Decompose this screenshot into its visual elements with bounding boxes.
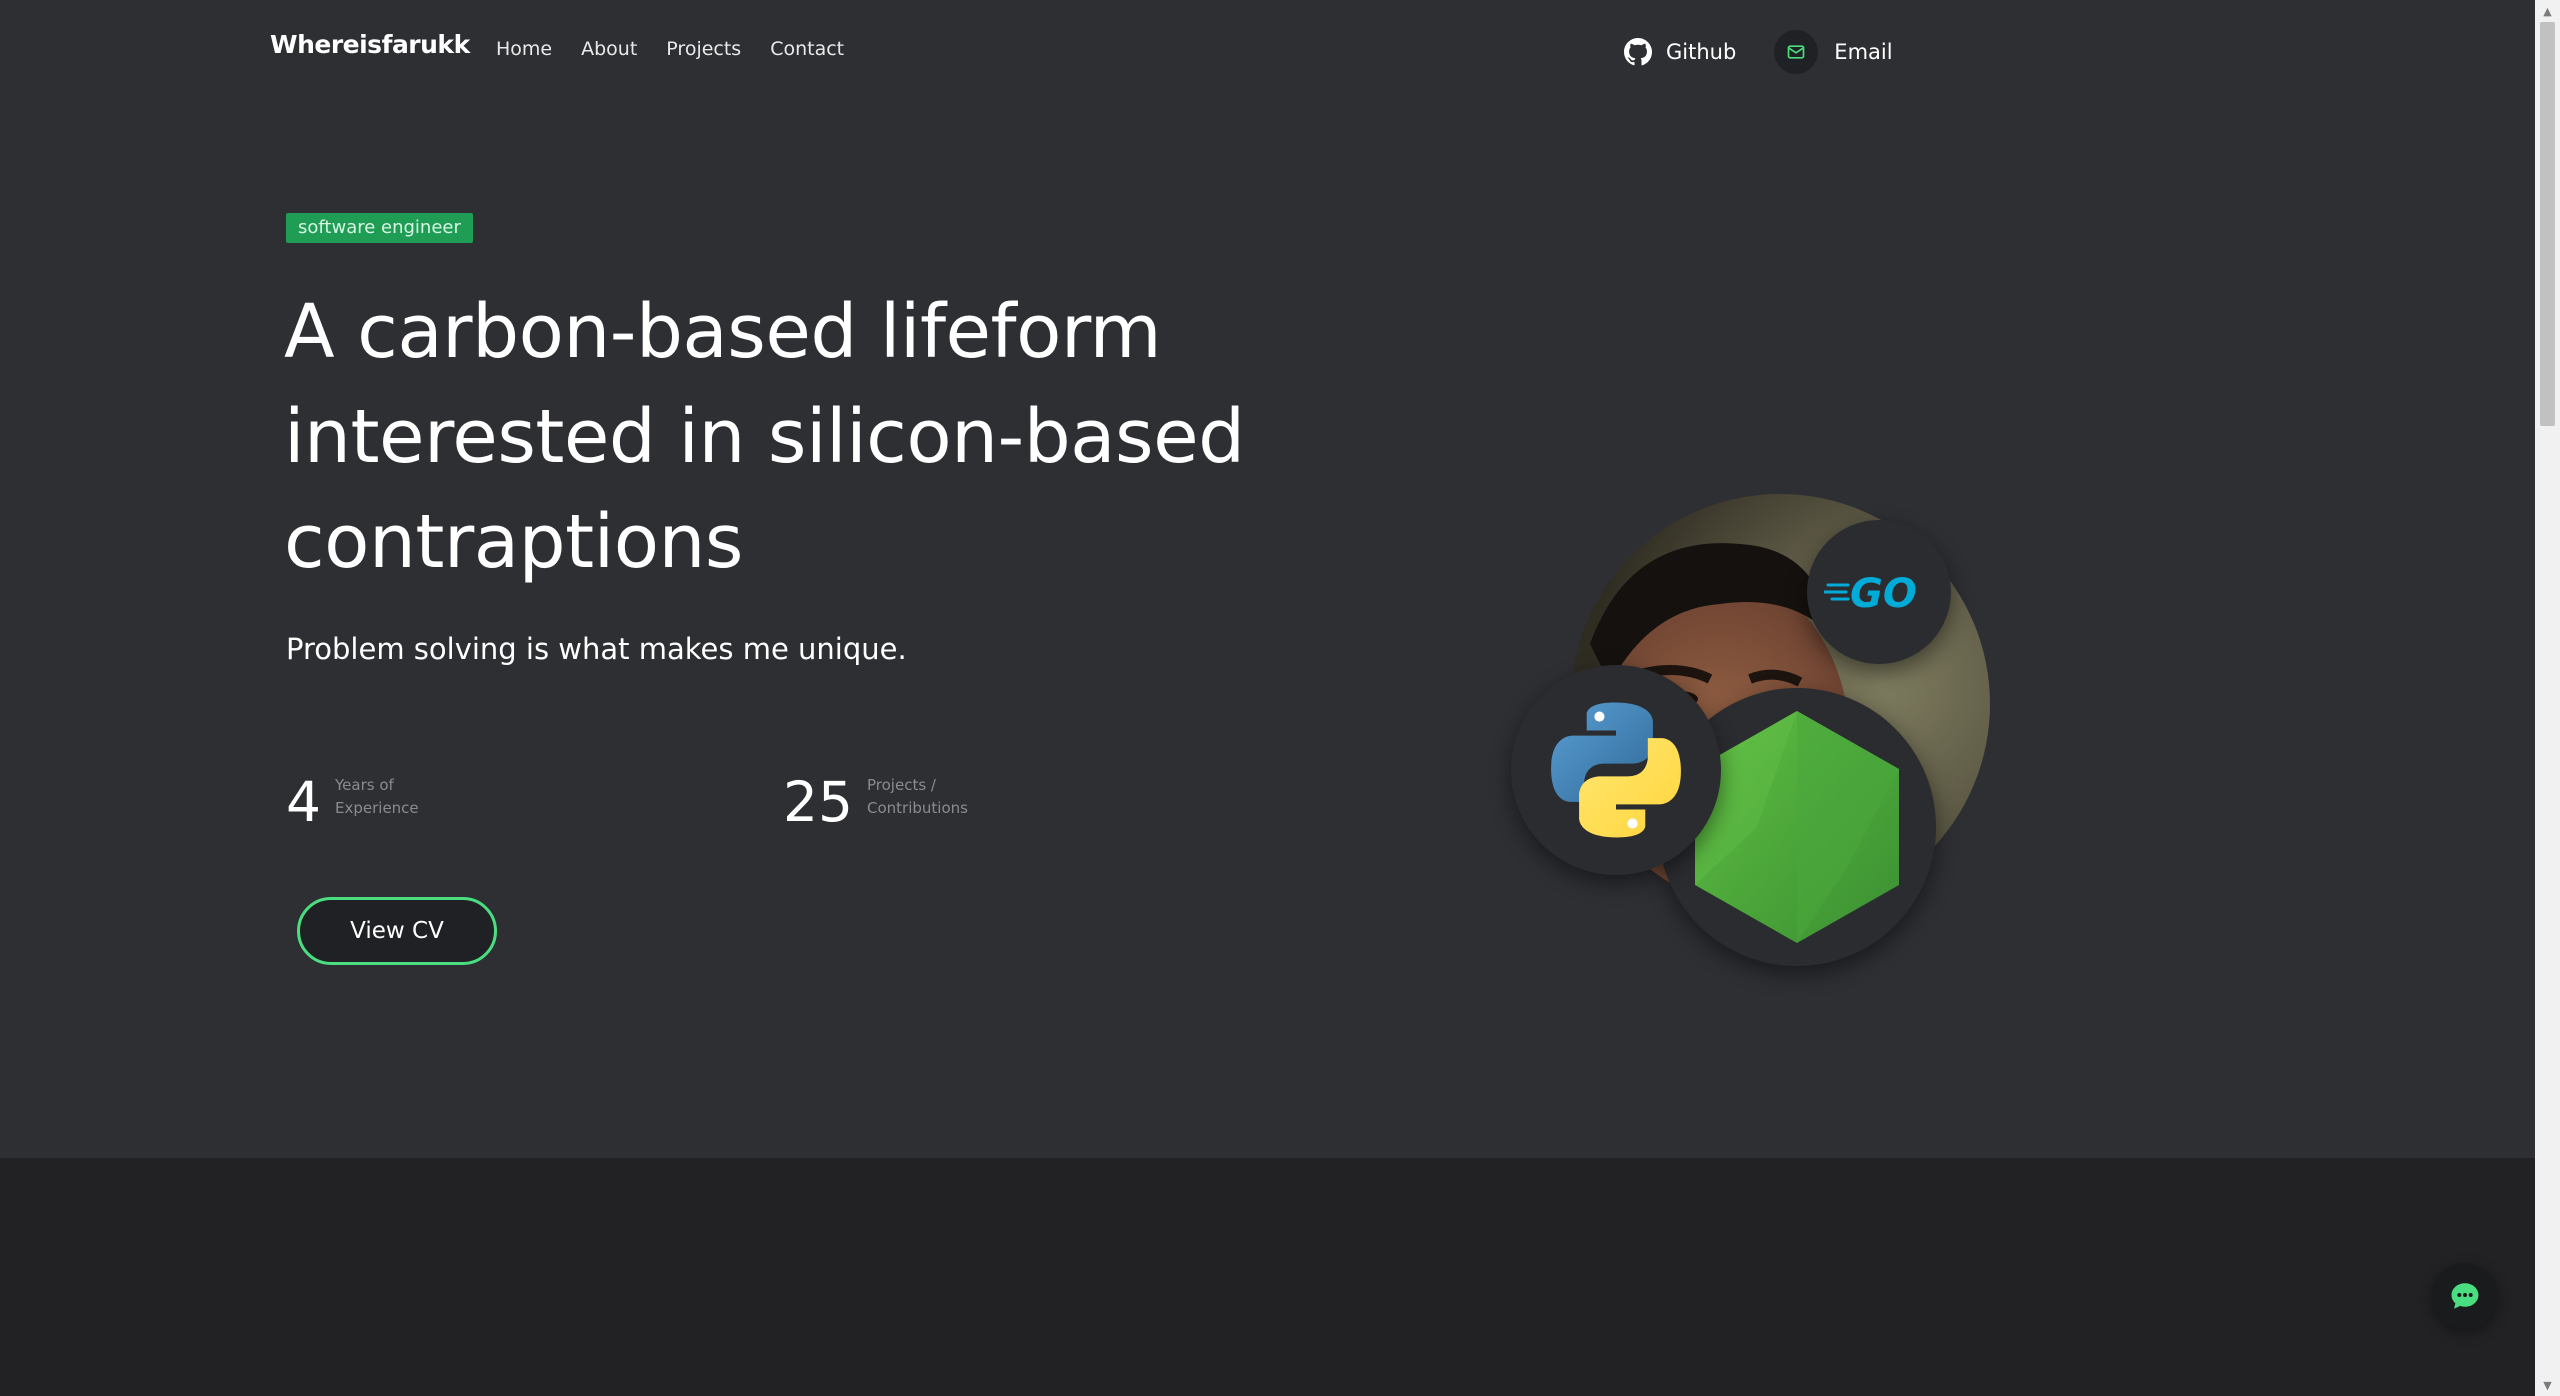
- stat-projects: 25 Projects / Contributions: [783, 768, 987, 836]
- go-icon: GO: [1824, 571, 1917, 617]
- python-icon: [1551, 702, 1681, 838]
- main-nav: Home About Projects Contact: [496, 38, 873, 60]
- stat-projects-value: 25: [783, 770, 853, 834]
- vertical-scrollbar[interactable]: ▲ ▼: [2535, 0, 2560, 1396]
- svg-text:GO: GO: [1850, 571, 1917, 617]
- hero-headline: A carbon-based lifeform interested in si…: [284, 280, 1284, 595]
- email-label: Email: [1834, 40, 1893, 64]
- python-badge: [1511, 665, 1721, 875]
- scroll-up-arrow-icon[interactable]: ▲: [2535, 0, 2560, 22]
- page: Whereisfarukk Home About Projects Contac…: [0, 0, 2535, 1396]
- nav-contact-link[interactable]: Contact: [770, 38, 844, 60]
- next-section: [0, 1158, 2535, 1396]
- nav-about-link[interactable]: About: [581, 38, 637, 60]
- email-link[interactable]: Email: [1774, 30, 1893, 74]
- chat-button[interactable]: [2432, 1263, 2498, 1329]
- github-link[interactable]: Github: [1624, 38, 1736, 66]
- github-label: Github: [1666, 40, 1737, 64]
- mail-icon: [1774, 30, 1819, 74]
- stat-experience-label: Years of Experience: [335, 776, 419, 817]
- nav-projects-link[interactable]: Projects: [666, 38, 741, 60]
- social-links: Github Email: [1624, 30, 1893, 74]
- headline-line-1: A carbon-based lifeform: [284, 289, 1162, 375]
- brand-logo[interactable]: Whereisfarukk: [270, 30, 470, 59]
- nav-home-link[interactable]: Home: [496, 38, 552, 60]
- github-icon: [1624, 38, 1652, 66]
- headline-line-2: interested in silicon-based: [284, 394, 1245, 480]
- scroll-down-arrow-icon[interactable]: ▼: [2535, 1374, 2560, 1396]
- role-badge: software engineer: [286, 213, 473, 243]
- hero-section: Whereisfarukk Home About Projects Contac…: [0, 0, 2535, 1158]
- hero-subhead: Problem solving is what makes me unique.: [286, 632, 907, 666]
- stat-projects-label: Projects / Contributions: [867, 776, 968, 817]
- go-badge: GO: [1807, 520, 1951, 664]
- scrollbar-thumb[interactable]: [2540, 22, 2555, 426]
- nodejs-icon: [1695, 711, 1899, 943]
- chat-icon: [2451, 1283, 2479, 1309]
- headline-line-3: contraptions: [284, 499, 743, 585]
- view-cv-button[interactable]: View CV: [297, 897, 497, 965]
- stat-experience: 4 Years of Experience: [286, 768, 455, 836]
- stat-experience-value: 4: [286, 770, 321, 834]
- avatar-cluster: GO: [1510, 490, 2000, 980]
